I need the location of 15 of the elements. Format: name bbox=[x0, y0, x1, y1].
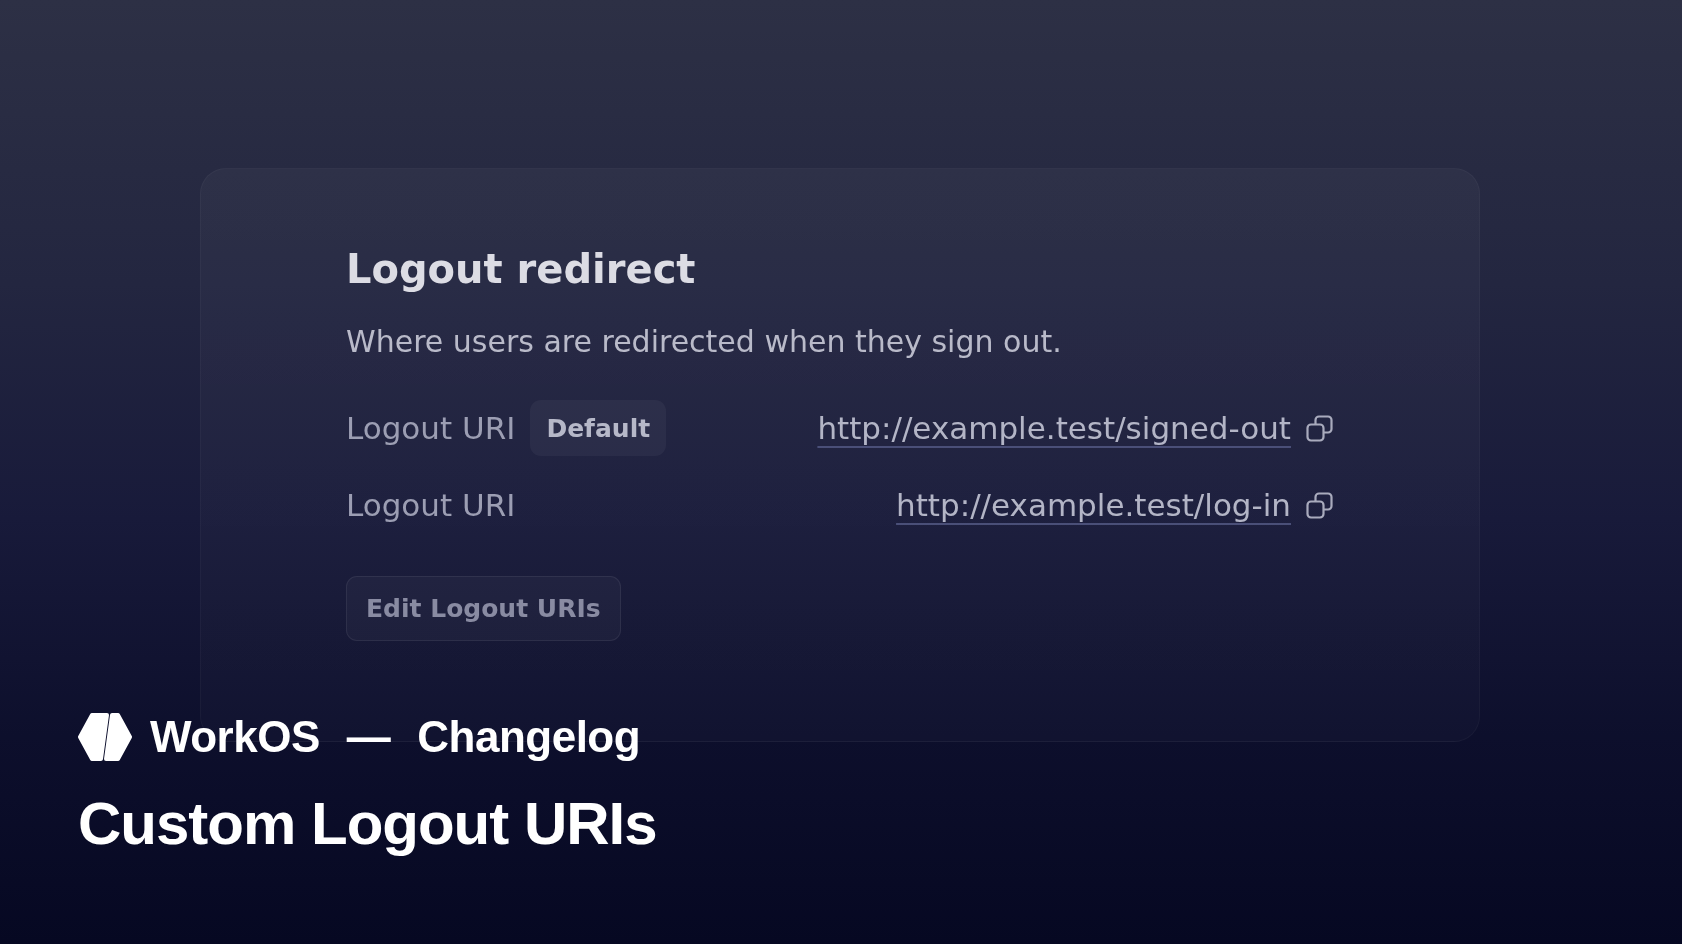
separator-dash: — bbox=[346, 713, 391, 761]
default-badge: Default bbox=[530, 400, 667, 456]
uri-link[interactable]: http://example.test/log-in bbox=[896, 487, 1291, 523]
section-title: Logout redirect bbox=[346, 245, 697, 293]
headline: Custom Logout URIs bbox=[78, 791, 657, 857]
section-description: Where users are redirected when they sign out. bbox=[346, 323, 1063, 361]
edit-uris-button[interactable]: Edit Logout URIs bbox=[346, 576, 621, 641]
uri-link[interactable]: http://example.test/signed-out bbox=[817, 410, 1291, 446]
copy-icon[interactable] bbox=[1306, 491, 1333, 519]
uri-label: Logout URI bbox=[346, 487, 516, 523]
copy-icon[interactable] bbox=[1306, 414, 1333, 442]
brand-name: WorkOS bbox=[150, 713, 320, 761]
uri-label: Logout URI bbox=[346, 410, 516, 446]
logo-icon bbox=[78, 713, 132, 761]
section-name: Changelog bbox=[417, 713, 641, 761]
